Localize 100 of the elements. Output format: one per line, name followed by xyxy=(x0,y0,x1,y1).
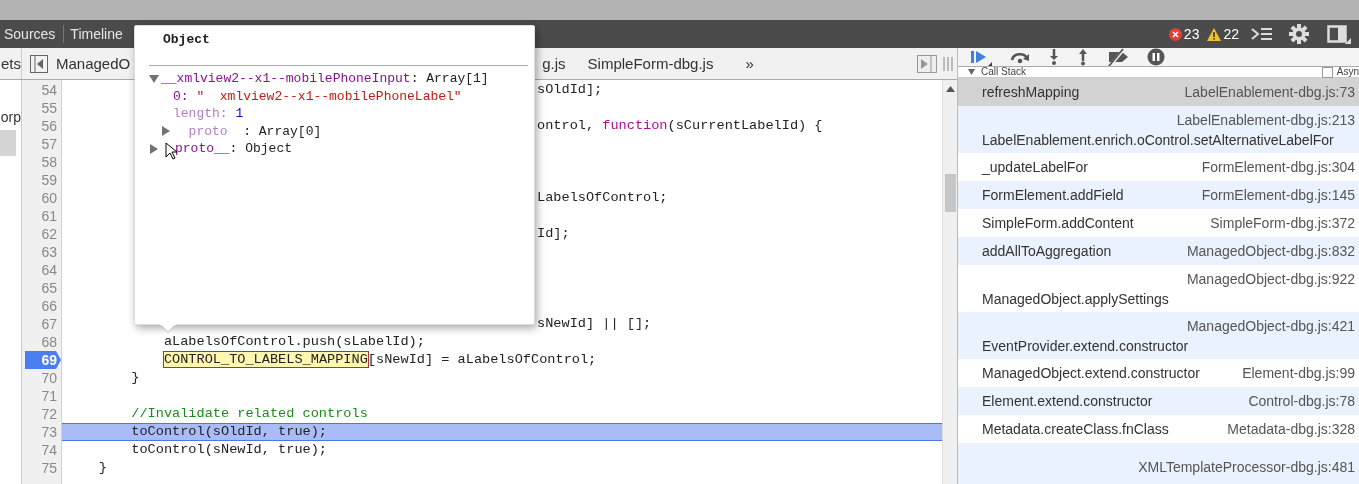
property-entry: length: 1 xyxy=(173,106,244,122)
disclosure-triangle-icon[interactable] xyxy=(149,72,159,85)
source-link[interactable]: ManagedObject-dbg.js:922 xyxy=(982,268,1355,289)
line-number: 68 xyxy=(40,333,58,351)
source-link[interactable]: SimpleForm-dbg.js:372 xyxy=(1210,213,1355,233)
function-name: addAllToAggregation xyxy=(982,242,1112,261)
line-number: 64 xyxy=(40,261,58,279)
call-frame[interactable]: _updateLabelFor FormElement-dbg.js:304 xyxy=(958,153,1359,181)
warning-count: 22 xyxy=(1223,26,1239,42)
line-number: 74 xyxy=(40,441,58,459)
function-name: Metadata.createClass.fnClass xyxy=(982,420,1169,439)
line-number: 56 xyxy=(40,117,58,135)
call-frame[interactable]: FormElement.addField FormElement-dbg.js:145 xyxy=(958,181,1359,209)
source-link[interactable]: LabelEnablement-dbg.js:73 xyxy=(1184,82,1355,102)
scroll-up-icon xyxy=(945,86,955,92)
line-number: 65 xyxy=(40,279,58,297)
line-number: 62 xyxy=(40,225,58,243)
line-number: 55 xyxy=(40,99,58,117)
function-name: SimpleForm.addContent xyxy=(982,214,1134,233)
file-tab[interactable]: ManagedO xyxy=(56,48,131,79)
property-entry: proto__: Object xyxy=(175,141,293,157)
section-title[interactable]: Call Stack xyxy=(981,67,1026,77)
code-line: CONTROL_TO_LABELS_MAPPING[sNewId] = aLabelsOfControl; xyxy=(163,352,597,367)
checkbox-label: Asyn xyxy=(1336,67,1359,77)
code-line: //Invalidate related controls xyxy=(131,406,368,421)
call-frame[interactable]: refreshMapping LabelEnablement-dbg.js:73 xyxy=(958,78,1359,106)
code-line: LabelsOfControl; xyxy=(537,190,668,205)
settings-icon[interactable] xyxy=(1289,24,1309,44)
call-frame[interactable]: ManagedObject-dbg.js:922 ManagedObject.applySettings xyxy=(958,265,1359,312)
property-entry: 0: " xmlview2--x1--mobilePhoneLabel" xyxy=(173,88,462,104)
function-name: LabelEnablement.enrich.oControl.setAlternativeLabelFor xyxy=(982,130,1334,150)
warning-icon xyxy=(1207,27,1222,41)
console-icon[interactable] xyxy=(1251,26,1273,42)
step-out-icon[interactable] xyxy=(1077,48,1089,66)
line-number: 59 xyxy=(40,171,58,189)
source-link[interactable]: ManagedObject-dbg.js:421 xyxy=(982,315,1355,336)
line-number: 58 xyxy=(40,153,58,171)
call-frame[interactable]: LabelEnablement-dbg.js:213 LabelEnablement.enrich.oControl.setAlternativeLabelFor xyxy=(958,106,1359,153)
deactivate-breakpoints-icon[interactable] xyxy=(1106,48,1130,66)
scrollbar-thumb[interactable] xyxy=(944,174,956,212)
function-name: Element.extend.constructor xyxy=(982,392,1153,411)
call-frame[interactable]: addAllToAggregation ManagedObject-dbg.js:832 xyxy=(958,237,1359,265)
function-name: ManagedObject.extend.constructor xyxy=(982,364,1200,383)
function-name: FormElement.addField xyxy=(982,186,1124,205)
code-line: ontrol, function(sCurrentLabelId) { xyxy=(537,118,823,133)
error-icon xyxy=(1168,27,1182,41)
line-number: 72 xyxy=(40,405,58,423)
code-line: toControl(sNewId, true); xyxy=(131,442,328,457)
call-frame[interactable]: SimpleForm.addContent SimpleForm-dbg.js:372 xyxy=(958,209,1359,237)
line-number: 71 xyxy=(40,387,58,405)
function-name: ManagedObject.applySettings xyxy=(982,289,1169,309)
source-link[interactable]: Control-dbg.js:78 xyxy=(1248,391,1355,411)
source-link[interactable]: Element-dbg.js:99 xyxy=(1242,363,1355,383)
line-number: 60 xyxy=(40,189,58,207)
source-link[interactable]: LabelEnablement-dbg.js:213 xyxy=(982,109,1355,130)
more-tabs-button[interactable]: » xyxy=(745,48,754,79)
call-frame[interactable]: ManagedObject-dbg.js:421 EventProvider.extend.constructor xyxy=(958,312,1359,359)
line-number: 73 xyxy=(40,423,58,441)
code-line: Id]; xyxy=(537,226,570,241)
code-line: } xyxy=(98,460,107,475)
property-entry: proto : Array[0] xyxy=(187,123,322,139)
code-line: sNewId] || []; xyxy=(537,316,652,331)
source-link[interactable]: FormElement-dbg.js:304 xyxy=(1201,157,1355,177)
mouse-cursor-icon xyxy=(165,142,177,160)
disclosure-triangle-icon[interactable] xyxy=(968,69,975,75)
code-line: toControl(sOldId, true); xyxy=(131,424,328,439)
step-into-icon[interactable] xyxy=(1048,48,1060,66)
file-tab[interactable]: g.js xyxy=(542,48,566,79)
async-checkbox[interactable] xyxy=(1321,66,1333,78)
column-toggle-icon[interactable] xyxy=(943,56,953,71)
line-number: 66 xyxy=(40,297,58,315)
resume-icon[interactable] xyxy=(970,48,992,66)
panel-tab[interactable]: ets xyxy=(0,48,22,79)
code-line: sOldId]; xyxy=(537,82,603,97)
dock-icon[interactable] xyxy=(1327,24,1351,44)
line-number: 70 xyxy=(40,369,58,387)
call-frame[interactable]: ManagedObject.extend.constructor Element-dbg.js:99 xyxy=(958,359,1359,387)
code-line: } xyxy=(131,370,140,385)
disclosure-triangle-icon[interactable] xyxy=(161,125,171,138)
pause-icon[interactable] xyxy=(1147,48,1165,66)
line-number: 57 xyxy=(40,135,58,153)
disclosure-triangle-icon[interactable] xyxy=(149,142,159,155)
call-frame[interactable]: Metadata.createClass.fnClass Metadata-dbg.js:328 xyxy=(958,415,1359,443)
source-link[interactable]: XMLTemplateProcessor-dbg.js:481 xyxy=(982,456,1355,477)
property-entry: __xmlview2--x1--mobilePhoneInput: Array[1] xyxy=(161,71,489,87)
call-frame[interactable]: Element.extend.constructor Control-dbg.js:78 xyxy=(958,387,1359,415)
line-number: 61 xyxy=(40,207,58,225)
code-line: aLabelsOfControl.push(sLabelId); xyxy=(163,334,425,349)
file-tab[interactable]: SimpleForm-dbg.js xyxy=(587,48,714,79)
call-frame[interactable]: XMLTemplateProcessor-dbg.js:481 xyxy=(958,443,1359,484)
panel-tab[interactable]: Timeline xyxy=(66,20,129,48)
popover-title: Object xyxy=(162,31,211,49)
panel-tab[interactable]: Sources xyxy=(0,20,62,48)
source-link[interactable]: FormElement-dbg.js:145 xyxy=(1201,185,1355,205)
sidebar-toggle-icon[interactable] xyxy=(30,54,48,73)
source-link[interactable]: ManagedObject-dbg.js:832 xyxy=(1186,241,1355,261)
breakpoint-marker[interactable]: 69 xyxy=(25,351,61,369)
line-number: 75 xyxy=(40,459,58,477)
tree-item[interactable]: orp xyxy=(0,104,21,130)
source-link[interactable]: Metadata-dbg.js:328 xyxy=(1227,419,1355,439)
